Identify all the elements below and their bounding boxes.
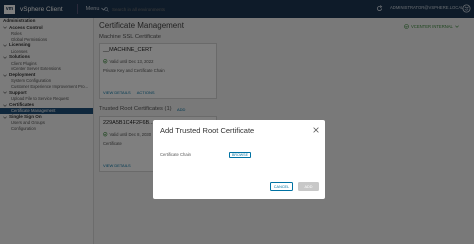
browse-button[interactable]: BROWSE [229,152,251,158]
add-button[interactable]: ADD [298,182,319,191]
certificate-chain-label: Certificate Chain [160,152,191,157]
cancel-button[interactable]: CANCEL [270,182,293,191]
add-trusted-root-dialog: Add Trusted Root Certificate Certificate… [153,120,325,199]
close-icon[interactable] [313,127,319,133]
dialog-title: Add Trusted Root Certificate [160,126,255,135]
